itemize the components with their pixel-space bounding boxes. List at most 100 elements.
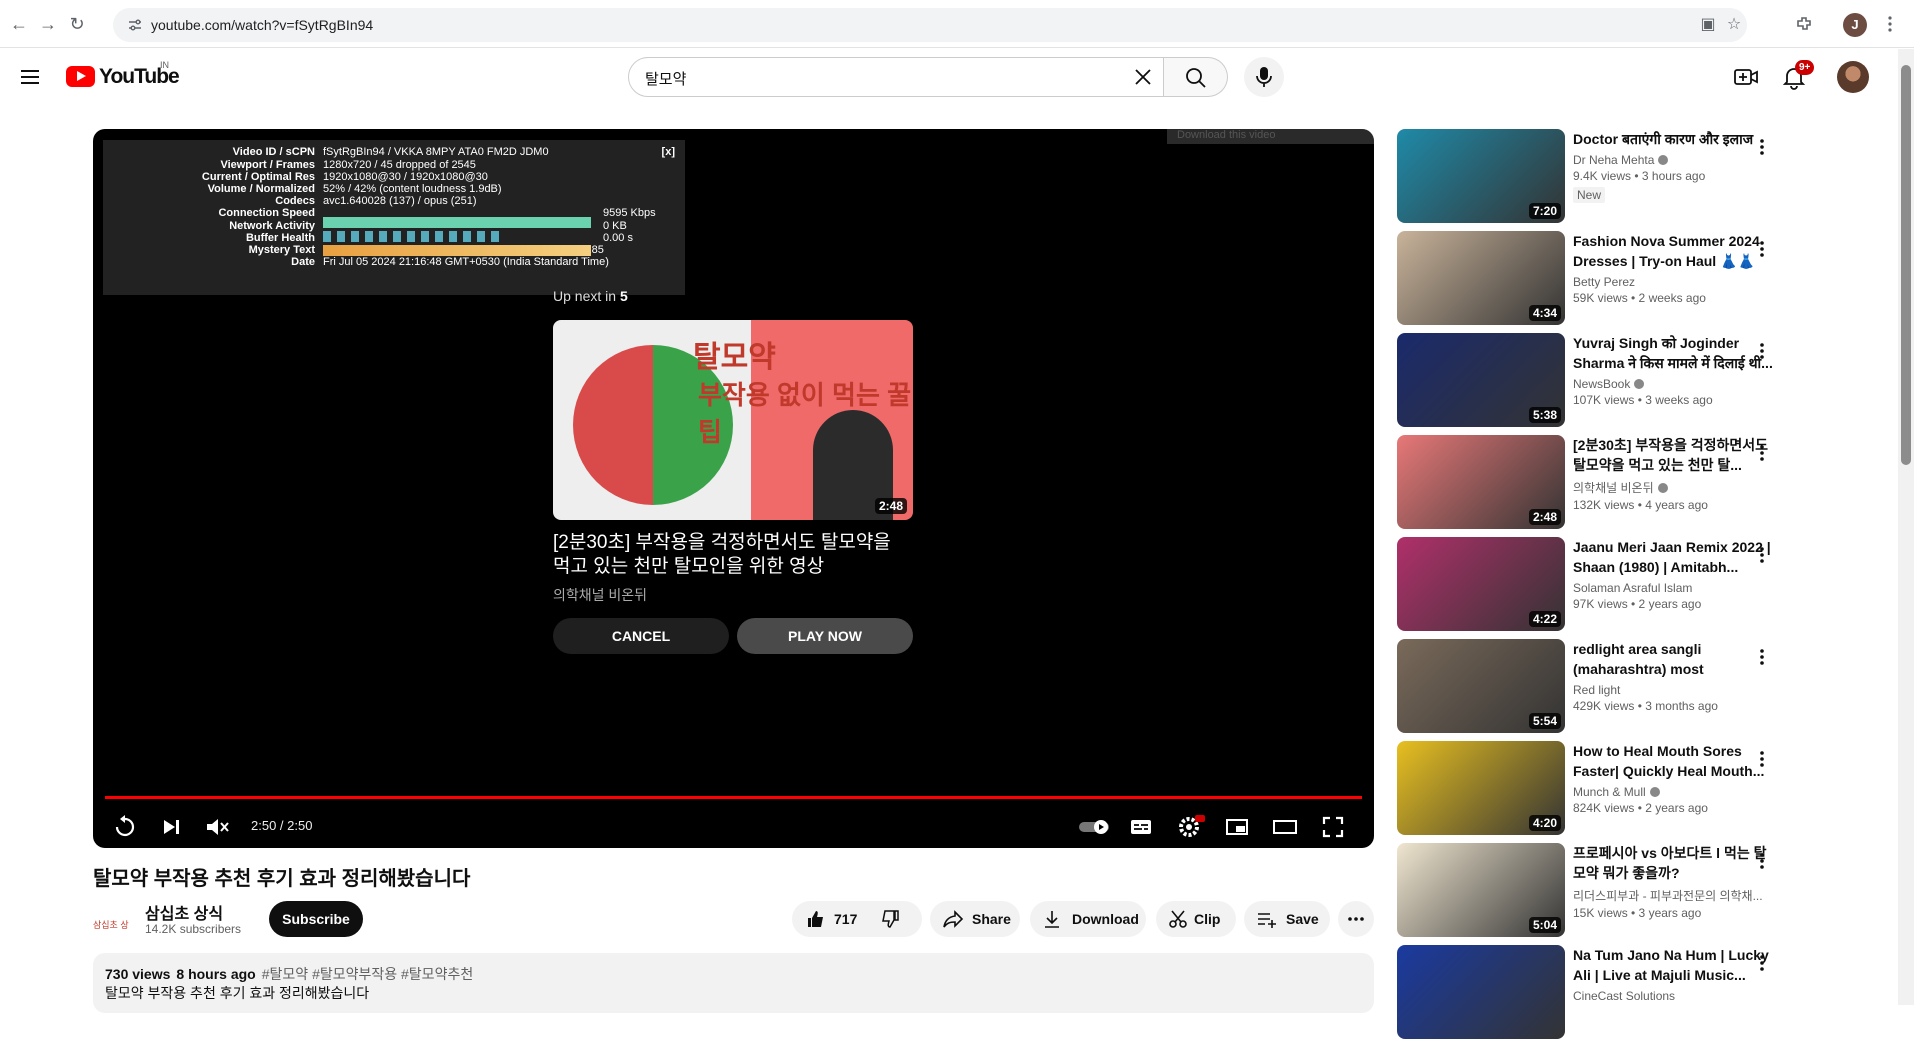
dislike-icon[interactable] — [880, 909, 900, 929]
like-count[interactable]: 717 — [834, 901, 857, 937]
up-next-title[interactable]: [2분30초] 부작용을 걱정하면서도 탈모약을 먹고 있는 천만 탈모인을 위… — [553, 531, 913, 579]
more-vertical-icon[interactable] — [1752, 545, 1772, 565]
fullscreen-icon[interactable] — [1319, 813, 1347, 841]
channel-logo[interactable]: 삼십초 상식 — [93, 905, 133, 970]
page-scrollbar[interactable] — [1898, 49, 1914, 1005]
play-now-button[interactable]: PLAY NOW — [737, 618, 913, 654]
recommended-video[interactable]: 4:22 Jaanu Meri Jaan Remix 2022 | Shaan (… — [1397, 537, 1782, 633]
up-next-thumbnail[interactable]: 탈모약 부작용 없이 먹는 꿀팁 2:48 — [553, 320, 913, 520]
more-vertical-icon[interactable] — [1752, 749, 1772, 769]
video-thumbnail[interactable]: 7:20 — [1397, 129, 1565, 223]
cancel-autoplay-button[interactable]: CANCEL — [553, 618, 729, 654]
more-vertical-icon[interactable] — [1752, 647, 1772, 667]
recommended-video[interactable]: 5:54 redlight area sangli (maharashtra) m… — [1397, 639, 1782, 735]
video-title[interactable]: Yuvraj Singh को Joginder Sharma ने किस म… — [1573, 333, 1773, 373]
scrollbar-thumb[interactable] — [1901, 65, 1911, 465]
reload-icon[interactable]: ↻ — [66, 13, 88, 35]
menu-icon[interactable] — [18, 65, 42, 89]
subtitles-icon[interactable] — [1127, 813, 1155, 841]
recommended-video[interactable]: 4:20 How to Heal Mouth Sores Faster| Quic… — [1397, 741, 1782, 837]
more-vertical-icon[interactable] — [1752, 953, 1772, 973]
share-button[interactable]: Share — [930, 901, 1020, 937]
account-avatar[interactable] — [1837, 61, 1869, 93]
progress-bar[interactable] — [105, 796, 1362, 799]
miniplayer-icon[interactable] — [1223, 813, 1251, 841]
save-button[interactable]: Save — [1244, 901, 1330, 937]
voice-search-button[interactable] — [1244, 57, 1284, 97]
recommended-video[interactable]: 7:20 Doctor बताएंगी कारण और इलाज Dr Neha M… — [1397, 129, 1782, 225]
browser-profile-avatar[interactable]: J — [1843, 13, 1867, 37]
download-button[interactable]: Download — [1030, 901, 1146, 937]
more-vertical-icon[interactable] — [1752, 851, 1772, 871]
video-title[interactable]: How to Heal Mouth Sores Faster| Quickly … — [1573, 741, 1773, 781]
channel-name[interactable]: Betty Perez — [1573, 275, 1635, 289]
channel-name[interactable]: Red light — [1573, 683, 1620, 697]
video-thumbnail[interactable]: 4:20 — [1397, 741, 1565, 835]
extensions-icon[interactable] — [1794, 14, 1814, 34]
channel-name[interactable]: 삼십초 상식 — [145, 900, 223, 924]
video-thumbnail[interactable]: 4:22 — [1397, 537, 1565, 631]
video-thumbnail[interactable]: 4:34 — [1397, 231, 1565, 325]
replay-icon[interactable] — [111, 813, 139, 841]
video-title[interactable]: Jaanu Meri Jaan Remix 2022 | Shaan (1980… — [1573, 537, 1773, 577]
video-title[interactable]: Fashion Nova Summer 2024 Dresses | Try-o… — [1573, 231, 1773, 271]
search-button[interactable] — [1164, 57, 1228, 97]
clear-search-icon[interactable] — [1131, 65, 1155, 89]
recommended-video[interactable]: Na Tum Jano Na Hum | Lucky Ali | Live at… — [1397, 945, 1782, 1041]
create-video-icon[interactable] — [1732, 63, 1760, 91]
recommended-video[interactable]: 5:38 Yuvraj Singh को Joginder Sharma ने क… — [1397, 333, 1782, 429]
more-vertical-icon[interactable] — [1752, 341, 1772, 361]
recommended-video[interactable]: 2:48 [2분30초] 부작용을 걱정하면서도 탈모약을 먹고 있는 천만 탈.… — [1397, 435, 1782, 531]
channel-name[interactable]: NewsBook — [1573, 377, 1630, 391]
video-channel[interactable]: Munch & Mull — [1573, 785, 1773, 799]
search-input[interactable]: 탈모약 — [628, 57, 1164, 97]
search-value[interactable]: 탈모약 — [645, 68, 686, 89]
autoplay-toggle[interactable] — [1077, 813, 1113, 841]
clip-button[interactable]: Clip — [1156, 901, 1236, 937]
forward-icon[interactable]: → — [37, 13, 59, 35]
site-info-icon[interactable] — [127, 17, 143, 33]
mute-icon[interactable] — [203, 813, 231, 841]
settings-gear-icon[interactable] — [1175, 813, 1205, 841]
video-channel[interactable]: Dr Neha Mehta — [1573, 153, 1773, 167]
video-channel[interactable]: Solaman Asraful Islam — [1573, 581, 1773, 595]
address-bar[interactable]: youtube.com/watch?v=fSytRgBIn94 ▣ ☆ — [113, 8, 1747, 42]
video-title[interactable]: redlight area sangli (maharashtra) most … — [1573, 639, 1773, 679]
video-channel[interactable]: Red light — [1573, 683, 1773, 697]
video-title[interactable]: Na Tum Jano Na Hum | Lucky Ali | Live at… — [1573, 945, 1773, 985]
video-thumbnail[interactable]: 5:04 — [1397, 843, 1565, 937]
more-vertical-icon[interactable] — [1752, 443, 1772, 463]
video-title[interactable]: [2분30초] 부작용을 걱정하면서도 탈모약을 먹고 있는 천만 탈... — [1573, 435, 1773, 475]
description-box[interactable]: 730 views 8 hours ago #탈모약 #탈모약부작용 #탈모약추천 … — [93, 953, 1374, 1013]
more-vertical-icon[interactable] — [1752, 239, 1772, 259]
download-video-overlay[interactable]: Download this video — [1167, 129, 1374, 144]
video-channel[interactable]: Betty Perez — [1573, 275, 1773, 289]
video-thumbnail[interactable] — [1397, 945, 1565, 1039]
video-channel[interactable]: 리더스피부과 - 피부과전문의 의학채... — [1573, 887, 1773, 904]
channel-name[interactable]: CineCast Solutions — [1573, 989, 1675, 1003]
up-next-channel[interactable]: 의학채널 비온뒤 — [553, 585, 647, 605]
more-actions-button[interactable] — [1338, 901, 1374, 937]
more-vertical-icon[interactable] — [1752, 137, 1772, 157]
video-thumbnail[interactable]: 5:54 — [1397, 639, 1565, 733]
channel-name[interactable]: Solaman Asraful Islam — [1573, 581, 1692, 595]
install-app-icon[interactable]: ▣ — [1699, 16, 1717, 34]
video-channel[interactable]: CineCast Solutions — [1573, 989, 1773, 1003]
video-title[interactable]: 프로페시아 vs 아보다트 l 먹는 탈모약 뭐가 좋을까? — [1573, 843, 1773, 883]
video-thumbnail[interactable]: 2:48 — [1397, 435, 1565, 529]
channel-name[interactable]: 의학채널 비온뒤 — [1573, 481, 1654, 495]
recommended-video[interactable]: 5:04 프로페시아 vs 아보다트 l 먹는 탈모약 뭐가 좋을까? 리더스피부과… — [1397, 843, 1782, 939]
channel-name[interactable]: 리더스피부과 - 피부과전문의 의학채... — [1573, 889, 1763, 903]
youtube-logo[interactable]: YouTube IN — [66, 60, 180, 90]
like-icon[interactable] — [806, 909, 826, 929]
video-thumbnail[interactable]: 5:38 — [1397, 333, 1565, 427]
bookmark-star-icon[interactable]: ☆ — [1725, 16, 1743, 34]
channel-name[interactable]: Munch & Mull — [1573, 785, 1646, 799]
video-channel[interactable]: 의학채널 비온뒤 — [1573, 479, 1773, 496]
subscribe-button[interactable]: Subscribe — [269, 901, 363, 937]
url-text[interactable]: youtube.com/watch?v=fSytRgBIn94 — [151, 17, 373, 33]
next-video-icon[interactable] — [157, 813, 185, 841]
recommended-video[interactable]: 4:34 Fashion Nova Summer 2024 Dresses | T… — [1397, 231, 1782, 327]
video-player[interactable]: [x] Video ID / sCPN fSytRgBIn94 / VKKA 8M… — [93, 129, 1374, 848]
hashtags[interactable]: #탈모약 #탈모약부작용 #탈모약추천 — [262, 966, 473, 982]
